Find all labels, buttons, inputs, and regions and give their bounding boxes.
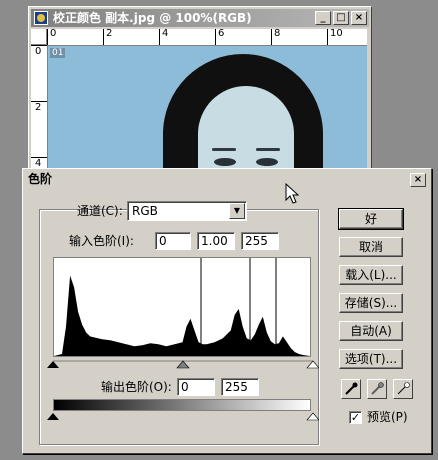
ruler-tick <box>159 29 160 45</box>
channel-value: RGB <box>132 204 158 218</box>
black-eyedropper-button[interactable] <box>341 379 361 399</box>
ok-button[interactable]: 好 <box>338 208 404 230</box>
layer-tag: 01 <box>50 48 66 58</box>
channel-select[interactable]: RGB ▼ <box>127 201 247 221</box>
input-levels-label: 输入色阶(I): <box>69 234 134 248</box>
dialog-close-button[interactable]: × <box>410 173 426 187</box>
auto-button[interactable]: 自动(A) <box>339 321 403 341</box>
vertical-ruler[interactable]: 0 2 4 <box>31 45 48 185</box>
input-gamma-slider[interactable] <box>176 360 190 369</box>
eyedropper-black-icon <box>345 382 358 395</box>
ruler-label: 6 <box>218 29 225 39</box>
ruler-label: 0 <box>50 29 57 39</box>
histogram-chart <box>54 258 310 356</box>
dialog-title: 色阶 <box>28 172 53 186</box>
ruler-label: 2 <box>106 29 113 39</box>
output-white-slider[interactable] <box>306 412 319 421</box>
horizontal-ruler[interactable]: 0 2 4 6 8 10 <box>47 29 367 46</box>
cancel-button[interactable]: 取消 <box>339 237 403 257</box>
maximize-button[interactable]: □ <box>333 11 349 25</box>
levels-dialog: 色阶 × 通道(C): RGB ▼ 输入色阶(I): 输出色阶(O): 好 <box>22 168 432 454</box>
eyedropper-gray-icon <box>371 382 384 395</box>
ruler-origin[interactable] <box>31 29 47 45</box>
chevron-down-icon[interactable]: ▼ <box>229 203 245 219</box>
image-canvas[interactable]: 01 <box>48 46 367 185</box>
gray-eyedropper-button[interactable] <box>367 379 387 399</box>
ruler-label: 10 <box>330 29 343 39</box>
load-button[interactable]: 载入(L)... <box>339 265 403 285</box>
options-button[interactable]: 选项(T)... <box>339 349 403 369</box>
close-button[interactable]: × <box>351 11 367 25</box>
input-black-slider[interactable] <box>47 361 59 368</box>
ruler-tick <box>271 29 272 45</box>
left-eye <box>214 158 236 166</box>
minimize-button[interactable]: _ <box>315 11 331 25</box>
input-white-field[interactable] <box>241 232 279 250</box>
histogram-area <box>54 275 310 356</box>
mouse-cursor-icon <box>285 183 300 204</box>
levels-histogram <box>53 257 311 357</box>
image-document-window: 校正颜色 副本.jpg @ 100%(RGB) _ □ × 0 2 4 6 8 … <box>28 6 372 186</box>
ruler-label: 4 <box>162 29 169 39</box>
save-button[interactable]: 存储(S)... <box>339 293 403 313</box>
photoshop-app-icon <box>34 11 48 25</box>
ruler-tick <box>327 29 328 45</box>
ruler-tick <box>103 29 104 45</box>
input-gamma-field[interactable] <box>197 232 235 250</box>
channel-label: 通道(C): <box>77 204 123 218</box>
output-black-slider[interactable] <box>47 413 59 420</box>
right-brow <box>256 148 280 151</box>
output-white-field[interactable] <box>221 378 259 396</box>
output-slider-track[interactable] <box>47 411 319 421</box>
ruler-label: 8 <box>274 29 281 39</box>
window-controls: _ □ × <box>313 11 367 25</box>
right-eye <box>256 158 278 166</box>
white-eyedropper-button[interactable] <box>393 379 413 399</box>
preview-label: 预览(P) <box>367 410 408 424</box>
output-black-field[interactable] <box>177 378 215 396</box>
dialog-titlebar[interactable]: 色阶 × <box>24 170 430 189</box>
document-titlebar[interactable]: 校正颜色 副本.jpg @ 100%(RGB) _ □ × <box>31 9 369 27</box>
document-title: 校正颜色 副本.jpg @ 100%(RGB) <box>53 11 252 25</box>
ruler-tick <box>47 29 48 45</box>
output-gradient-bar <box>53 399 311 411</box>
output-levels-label: 输出色阶(O): <box>101 380 172 394</box>
ruler-tick <box>215 29 216 45</box>
left-brow <box>212 148 236 151</box>
preview-checkbox[interactable]: ✓ <box>349 411 362 424</box>
ruler-label: 0 <box>35 46 42 57</box>
input-black-field[interactable] <box>155 232 191 250</box>
ruler-label: 2 <box>35 102 42 113</box>
input-slider-track[interactable] <box>47 359 319 369</box>
eyedropper-white-icon <box>397 382 410 395</box>
input-white-slider[interactable] <box>306 360 319 369</box>
